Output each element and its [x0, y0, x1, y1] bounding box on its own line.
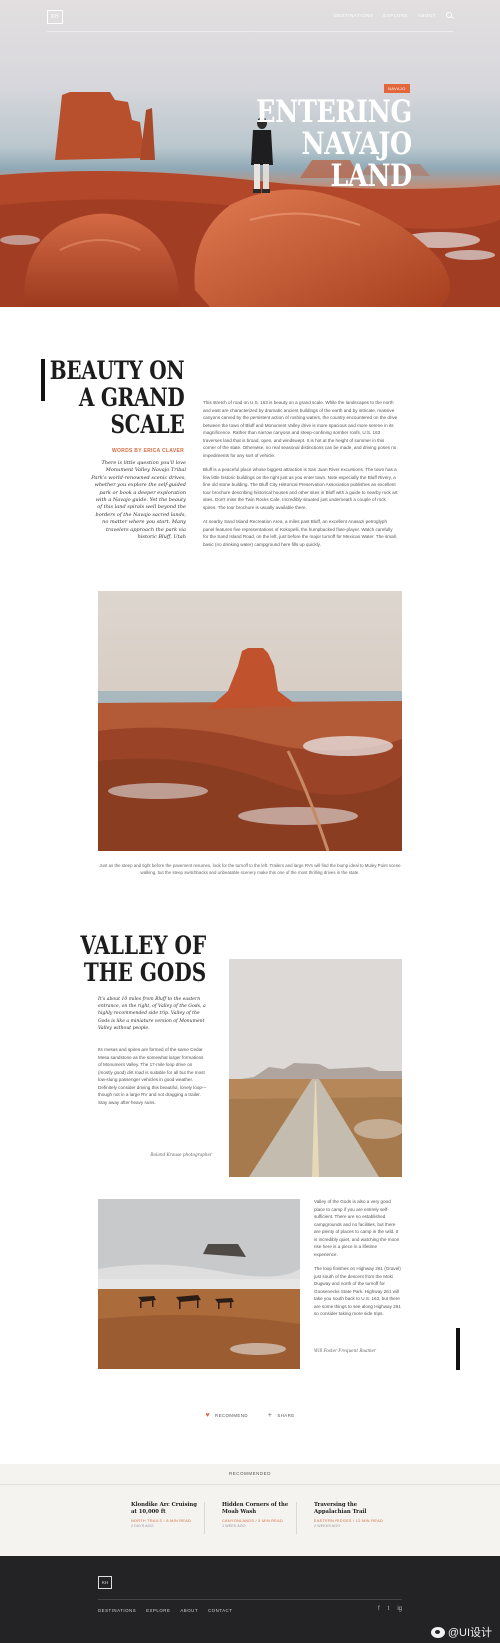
- section-marker-bar: [456, 1328, 460, 1370]
- title-line: VALLEY OF: [80, 931, 206, 960]
- card-meta: NORTH TRAILS / 8 MIN READ: [131, 1519, 192, 1523]
- watermark-text: @UI设计: [447, 1627, 492, 1639]
- heart-icon: ♥: [205, 1412, 211, 1419]
- lead-paragraph: It's about 10 miles from Bluff to the ea…: [98, 997, 206, 1031]
- title-line: THE GODS: [83, 958, 206, 987]
- site-logo[interactable]: KH: [47, 10, 63, 24]
- card-title: Klondike Arc Cruising at 10,000 ft: [131, 1502, 197, 1515]
- divider: [204, 1502, 205, 1534]
- recommend-label: RECOMMEND: [215, 1413, 248, 1418]
- author-byline[interactable]: WORDS BY ERICA CLAVER: [112, 448, 184, 454]
- share-label: SHARE: [277, 1413, 295, 1418]
- body-paragraph: Its mesas and spires are formed of the s…: [98, 1047, 207, 1105]
- instagram-icon[interactable]: ig: [397, 1606, 402, 1612]
- card-title: Traversing the Appalachian Trail: [314, 1502, 367, 1515]
- nav-destinations[interactable]: DESTINATIONS: [334, 13, 373, 18]
- hero: KH DESTINATIONS EXPLORE ABOUT NAVAJO ENT…: [0, 0, 500, 307]
- card-meta: EASTERN RIDGES / 12 MIN READ: [314, 1519, 383, 1523]
- weibo-icon: [430, 1626, 445, 1638]
- top-nav: DESTINATIONS EXPLORE ABOUT: [334, 12, 452, 18]
- card-date: 2 DAYS AGO: [131, 1524, 154, 1528]
- share-button[interactable]: + SHARE: [268, 1412, 295, 1419]
- title-line: A GRAND: [78, 383, 184, 412]
- body-paragraph: At nearby Sand Island Recreation Area, a…: [203, 519, 397, 547]
- hero-title-line: LAND: [330, 158, 413, 194]
- title-line: BEAUTY ON: [49, 356, 184, 385]
- search-icon[interactable]: [446, 12, 452, 18]
- divider: [296, 1502, 297, 1534]
- footer-nav: DESTINATIONS EXPLORE ABOUT CONTACT: [98, 1608, 232, 1613]
- footer-divider: [98, 1599, 402, 1600]
- section-marker-bar: [41, 359, 45, 401]
- card-title: Hidden Corners of the Moab Wash: [222, 1502, 289, 1515]
- lead-paragraph: There is little question you'll love Mon…: [91, 460, 186, 541]
- footer: KH DESTINATIONS EXPLORE ABOUT CONTACT f …: [0, 1556, 500, 1643]
- hero-photo: [0, 92, 500, 307]
- facebook-icon[interactable]: f: [378, 1606, 380, 1612]
- card-meta: CANYONLANDS / 5 MIN READ: [222, 1519, 283, 1523]
- body-paragraph: Bluff is a peaceful place whose biggest …: [203, 467, 398, 510]
- social-links: f t ig: [378, 1606, 402, 1612]
- hero-divider: [47, 31, 453, 32]
- recommended-card[interactable]: Traversing the Appalachian Trail EASTERN…: [314, 1502, 384, 1528]
- footer-nav-destinations[interactable]: DESTINATIONS: [98, 1608, 136, 1613]
- card-date: 1 WEEK AGO: [222, 1524, 246, 1528]
- section-title-valley: VALLEY OF THE GODS: [80, 932, 206, 986]
- recommended-section: RECOMMENDED Klondike Arc Cruising at 10,…: [0, 1464, 500, 1556]
- footer-logo[interactable]: KH: [98, 1576, 112, 1589]
- butte-photo-image: [98, 591, 402, 851]
- photo-caption: Just as the steep and tight before the p…: [99, 863, 401, 875]
- recommended-heading: RECOMMENDED: [229, 1471, 271, 1476]
- body-paragraph: The loop finishes on Highway 261 (Gravel…: [314, 1266, 401, 1316]
- divider: [0, 1484, 500, 1485]
- title-line: SCALE: [110, 410, 184, 439]
- footer-nav-about[interactable]: ABOUT: [180, 1608, 198, 1613]
- twitter-icon[interactable]: t: [388, 1606, 390, 1612]
- body-paragraph: Valley of the Gods is also a very good p…: [314, 1199, 400, 1257]
- article-actions: ♥ RECOMMEND + SHARE: [0, 1412, 500, 1419]
- butte-photo: [98, 591, 402, 851]
- nav-explore[interactable]: EXPLORE: [383, 13, 408, 18]
- horses-photo: [98, 1199, 300, 1369]
- recommend-button[interactable]: ♥ RECOMMEND: [205, 1412, 247, 1419]
- hero-title-line: NAVAJO: [301, 126, 413, 162]
- photo-credit: Will Foster Frequent Roamer: [314, 1348, 376, 1353]
- watermark: @UI设计: [430, 1624, 492, 1640]
- photo-credit: Roland Krause photographer: [150, 1152, 212, 1157]
- footer-nav-contact[interactable]: CONTACT: [208, 1608, 232, 1613]
- recommended-card[interactable]: Hidden Corners of the Moab Wash CANYONLA…: [222, 1502, 292, 1528]
- recommended-card[interactable]: Klondike Arc Cruising at 10,000 ft NORTH…: [131, 1502, 201, 1528]
- section-title-beauty: BEAUTY ON A GRAND SCALE: [49, 357, 184, 438]
- article-body: This stretch of road on U.S. 163 is beau…: [203, 399, 398, 555]
- hero-title: ENTERING NAVAJO LAND: [256, 96, 412, 192]
- road-photo: [229, 959, 402, 1177]
- horses-photo-image: [98, 1199, 300, 1369]
- hero-title-line: ENTERING: [256, 94, 412, 130]
- nav-about[interactable]: ABOUT: [418, 13, 436, 18]
- category-tag[interactable]: NAVAJO: [384, 84, 410, 93]
- card-date: 2 WEEKS AGO: [314, 1524, 341, 1528]
- road-photo-image: [229, 959, 402, 1177]
- footer-nav-explore[interactable]: EXPLORE: [146, 1608, 170, 1613]
- share-icon: +: [267, 1412, 273, 1419]
- article-body: Valley of the Gods is also a very good p…: [314, 1198, 402, 1325]
- body-paragraph: This stretch of road on U.S. 163 is beau…: [203, 400, 398, 458]
